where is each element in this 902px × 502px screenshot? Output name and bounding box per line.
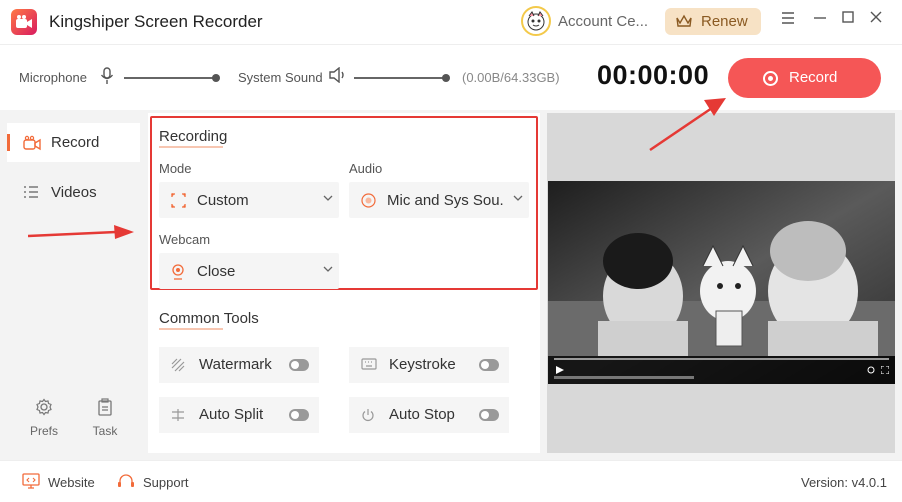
auto-stop-label: Auto Stop <box>389 406 455 423</box>
website-link[interactable]: Website <box>48 475 95 490</box>
chevron-down-icon <box>513 195 523 201</box>
audio-source-icon <box>361 193 376 208</box>
system-sound-label: System Sound <box>238 70 323 85</box>
account-center-button[interactable]: Account Ce... <box>521 5 651 37</box>
system-sound-volume-slider[interactable] <box>354 77 446 79</box>
microphone-volume-slider[interactable] <box>124 77 216 79</box>
video-frame-image <box>548 181 895 384</box>
sidebar-task-button[interactable]: Task <box>80 398 130 438</box>
watermark-icon <box>171 358 185 372</box>
record-button-label: Record <box>789 69 838 86</box>
storage-indicator: (0.00B/64.33GB) <box>462 70 560 85</box>
auto-stop-toggle[interactable] <box>479 409 499 421</box>
auto-split-label: Auto Split <box>199 406 264 423</box>
sidebar-item-label: Videos <box>51 184 97 201</box>
keystroke-label: Keystroke <box>389 356 456 373</box>
avatar <box>521 6 551 36</box>
region-select-icon <box>171 193 186 208</box>
title-bar: Kingshiper Screen Recorder Account Ce...… <box>0 0 902 44</box>
keystroke-tool: Keystroke <box>349 347 509 383</box>
keystroke-toggle[interactable] <box>479 359 499 371</box>
prefs-label: Prefs <box>29 424 58 438</box>
recording-timer: 00:00:00 <box>597 60 710 90</box>
menu-icon[interactable] <box>778 10 798 30</box>
version-label: Version: v4.0.1 <box>801 475 887 490</box>
gear-icon <box>36 398 52 416</box>
webcam-value: Close <box>197 263 236 280</box>
website-icon <box>22 473 40 489</box>
audio-label: Audio <box>349 161 383 176</box>
task-label: Task <box>92 424 118 438</box>
record-button[interactable]: Record <box>728 58 881 98</box>
renew-label: Renew <box>701 13 748 30</box>
audio-value: Mic and Sys Sou... <box>387 192 505 209</box>
list-icon <box>24 186 38 198</box>
app-logo-icon <box>11 9 37 35</box>
account-center-label: Account Ce... <box>558 13 648 30</box>
mode-label: Mode <box>159 161 192 176</box>
speaker-icon[interactable] <box>329 67 347 83</box>
recording-section-title: Recording <box>159 128 228 148</box>
microphone-label: Microphone <box>19 70 87 85</box>
close-icon[interactable] <box>866 10 886 30</box>
sidebar-item-record[interactable]: Record <box>7 123 140 162</box>
video-taskbar-strip <box>554 376 694 379</box>
auto-split-toggle[interactable] <box>289 409 309 421</box>
crown-icon <box>676 14 692 27</box>
renew-button[interactable]: Renew <box>665 8 761 35</box>
audio-select[interactable]: Mic and Sys Sou... <box>349 182 529 218</box>
annotation-arrow-left <box>28 225 134 239</box>
play-icon <box>556 366 564 374</box>
video-player-controls <box>548 356 895 384</box>
active-indicator <box>7 134 10 151</box>
auto-stop-tool: Auto Stop <box>349 397 509 433</box>
sidebar-prefs-button[interactable]: Prefs <box>19 398 69 438</box>
headset-icon <box>118 474 134 487</box>
webcam-select[interactable]: Close <box>159 253 339 289</box>
annotation-arrow-record <box>649 98 726 152</box>
webcam-icon <box>172 264 184 280</box>
fullscreen-icon <box>881 366 889 374</box>
video-progress-bar <box>554 358 889 360</box>
record-dot-icon <box>763 71 778 86</box>
watermark-toggle[interactable] <box>289 359 309 371</box>
keyboard-icon <box>361 358 377 370</box>
auto-split-tool: Auto Split <box>159 397 319 433</box>
microphone-icon[interactable] <box>100 67 114 85</box>
power-icon <box>362 409 374 422</box>
mode-select[interactable]: Custom <box>159 182 339 218</box>
clipboard-icon <box>98 398 112 416</box>
webcam-label: Webcam <box>159 232 211 247</box>
support-link[interactable]: Support <box>143 475 189 490</box>
system-sound-volume-knob[interactable] <box>442 74 450 82</box>
watermark-tool: Watermark <box>159 347 319 383</box>
sidebar-item-videos[interactable]: Videos <box>7 173 140 212</box>
footer: Website Support Version: v4.0.1 <box>0 460 902 502</box>
minimize-icon[interactable] <box>810 10 830 30</box>
maximize-icon[interactable] <box>838 10 858 30</box>
chevron-down-icon <box>323 266 333 272</box>
chevron-down-icon <box>323 195 333 201</box>
video-camera-icon <box>23 135 41 151</box>
app-title: Kingshiper Screen Recorder <box>49 12 263 31</box>
common-tools-title: Common Tools <box>159 310 259 330</box>
settings-icon <box>867 366 875 374</box>
sidebar-item-label: Record <box>51 134 100 151</box>
audio-toolbar: Microphone System Sound (0.00B/64.33GB) … <box>0 44 902 110</box>
video-preview <box>548 181 895 384</box>
microphone-volume-knob[interactable] <box>212 74 220 82</box>
split-icon <box>172 409 184 421</box>
watermark-label: Watermark <box>199 356 272 373</box>
mode-value: Custom <box>197 192 249 209</box>
